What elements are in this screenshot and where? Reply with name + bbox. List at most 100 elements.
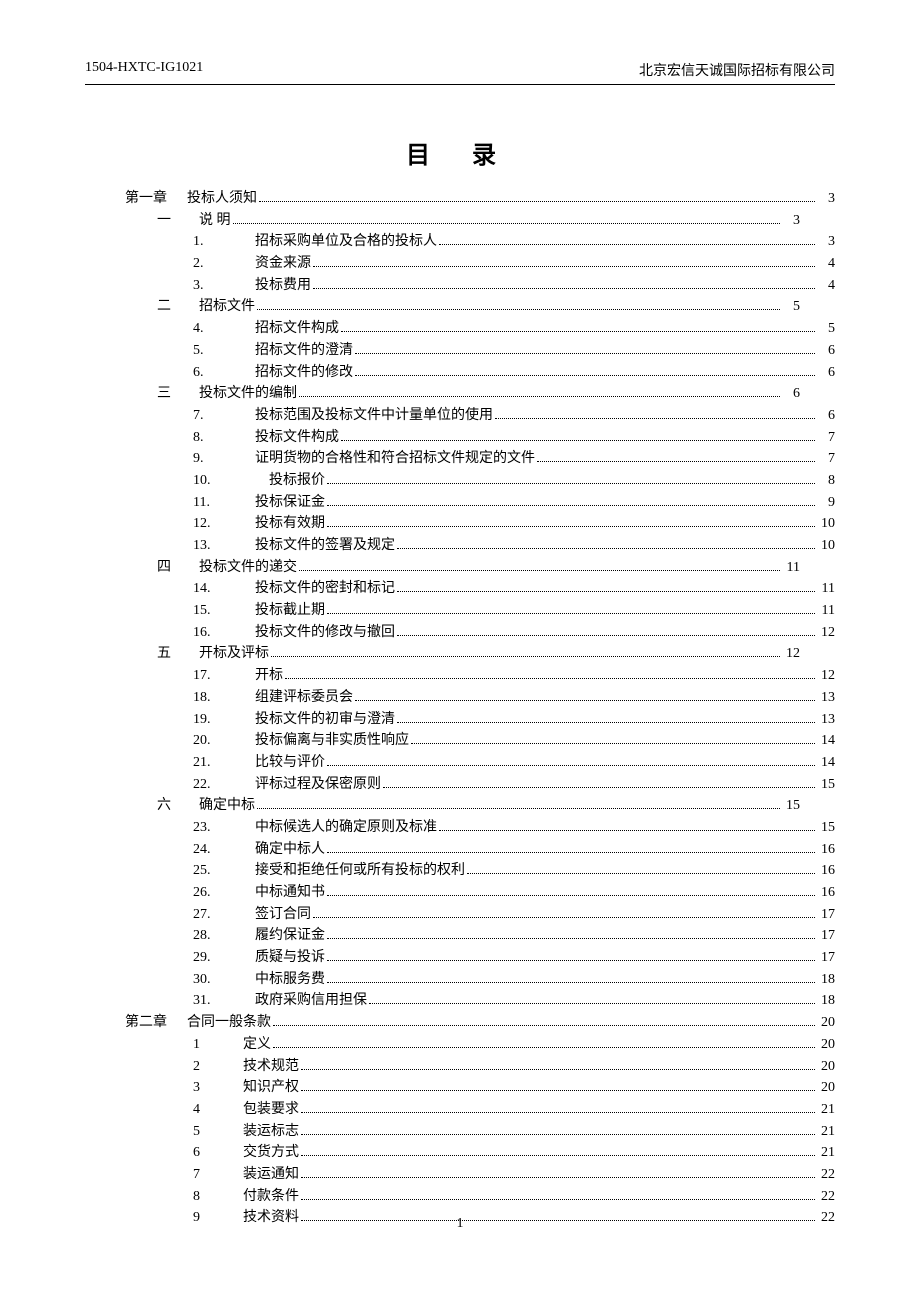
- toc-row: 27.签订合同17: [193, 904, 835, 926]
- toc-entry-number: 31.: [193, 990, 249, 1012]
- header-left: 1504-HXTC-IG1021: [85, 60, 203, 80]
- toc-entry-page: 12: [817, 665, 835, 687]
- toc-leader-dots: [411, 743, 815, 744]
- toc-entry-number: 13.: [193, 535, 249, 557]
- toc-entry-page: 12: [782, 643, 800, 665]
- page-number: 1: [0, 1216, 920, 1232]
- toc-entry-number: 四: [157, 557, 193, 579]
- toc-entry-label: 质疑与投诉: [255, 947, 325, 969]
- toc-entry-number: 5.: [193, 340, 249, 362]
- toc-entry-page: 22: [817, 1164, 835, 1186]
- toc-entry-label: 招标文件的澄清: [255, 340, 353, 362]
- toc-leader-dots: [383, 787, 815, 788]
- toc-entry-page: 6: [817, 362, 835, 384]
- toc-leader-dots: [299, 570, 780, 571]
- toc-entry-page: 4: [817, 275, 835, 297]
- page-header: 1504-HXTC-IG1021 北京宏信天诚国际招标有限公司: [85, 60, 835, 85]
- toc-entry-page: 14: [817, 730, 835, 752]
- toc-row: 13. 投标文件的签署及规定 10: [193, 535, 835, 557]
- toc-row: 2技术规范20: [193, 1056, 835, 1078]
- toc-entry-number: 17.: [193, 665, 249, 687]
- toc-leader-dots: [327, 938, 815, 939]
- toc-leader-dots: [313, 266, 815, 267]
- toc-entry-label: 投标人须知: [187, 188, 257, 210]
- toc-entry-page: 6: [817, 340, 835, 362]
- toc-entry-number: 22.: [193, 774, 249, 796]
- toc-entry-number: 3.: [193, 275, 249, 297]
- toc-entry-label: 投标偏离与非实质性响应: [255, 730, 409, 752]
- toc-entry-label: 投标文件构成: [255, 427, 339, 449]
- toc-entry-number: 二: [157, 296, 193, 318]
- toc-entry-number: 1.: [193, 231, 249, 253]
- toc-entry-number: 10.: [193, 470, 263, 492]
- toc-entry-label: 合同一般条款: [187, 1012, 271, 1034]
- toc-entry-number: 19.: [193, 709, 249, 731]
- toc-entry-page: 21: [817, 1142, 835, 1164]
- toc-entry-number: 第二章: [125, 1012, 181, 1034]
- toc-row: 4.招标文件构成5: [193, 318, 835, 340]
- toc-row: 28.履约保证金17: [193, 925, 835, 947]
- toc-entry-number: 1: [193, 1034, 237, 1056]
- toc-entry-label: 接受和拒绝任何或所有投标的权利: [255, 860, 465, 882]
- toc-row: 7.投标范围及投标文件中计量单位的使用6: [193, 405, 835, 427]
- toc-row: 9.证明货物的合格性和符合招标文件规定的文件7: [193, 448, 835, 470]
- toc-leader-dots: [257, 309, 780, 310]
- toc-entry-label: 包装要求: [243, 1099, 299, 1121]
- toc-row: 21.比较与评价14: [193, 752, 835, 774]
- toc-entry-page: 3: [817, 188, 835, 210]
- toc-entry-page: 10: [817, 513, 835, 535]
- toc-row: 8付款条件22: [193, 1186, 835, 1208]
- toc-row: 6.招标文件的修改6: [193, 362, 835, 384]
- toc-leader-dots: [301, 1134, 815, 1135]
- toc-entry-label: 资金来源: [255, 253, 311, 275]
- toc-entry-label: 付款条件: [243, 1186, 299, 1208]
- toc-entry-label: 招标文件构成: [255, 318, 339, 340]
- toc-leader-dots: [273, 1025, 815, 1026]
- toc-leader-dots: [397, 548, 815, 549]
- toc-entry-label: 政府采购信用担保: [255, 990, 367, 1012]
- toc-entry-number: 7: [193, 1164, 237, 1186]
- toc-entry-label: 中标服务费: [255, 969, 325, 991]
- toc-row: 5. 招标文件的澄清 6: [193, 340, 835, 362]
- toc-entry-page: 21: [817, 1099, 835, 1121]
- toc-row: 24.确定中标人16: [193, 839, 835, 861]
- toc-entry-page: 18: [817, 969, 835, 991]
- toc-entry-label: 投标文件的递交: [199, 557, 297, 579]
- toc-leader-dots: [327, 852, 815, 853]
- toc-entry-number: 4: [193, 1099, 237, 1121]
- toc-entry-label: 技术规范: [243, 1056, 299, 1078]
- toc-entry-number: 六: [157, 795, 193, 817]
- toc-row: 25.接受和拒绝任何或所有投标的权利16: [193, 860, 835, 882]
- toc-entry-number: 27.: [193, 904, 249, 926]
- toc-entry-number: 21.: [193, 752, 249, 774]
- toc-entry-page: 17: [817, 904, 835, 926]
- toc-leader-dots: [327, 613, 815, 614]
- toc-entry-label: 投标文件的签署及规定: [255, 535, 395, 557]
- toc-entry-page: 11: [817, 578, 835, 600]
- toc-entry-label: 招标文件的修改: [255, 362, 353, 384]
- document-page: 1504-HXTC-IG1021 北京宏信天诚国际招标有限公司 目 录 第一章投…: [0, 0, 920, 1302]
- toc-entry-page: 12: [817, 622, 835, 644]
- toc-entry-number: 24.: [193, 839, 249, 861]
- toc-entry-page: 17: [817, 947, 835, 969]
- toc-entry-page: 20: [817, 1012, 835, 1034]
- toc-row: 7装运通知22: [193, 1164, 835, 1186]
- toc-row: 22.评标过程及保密原则15: [193, 774, 835, 796]
- toc-leader-dots: [327, 982, 815, 983]
- toc-row: 12.投标有效期10: [193, 513, 835, 535]
- toc-entry-label: 投标文件的密封和标记: [255, 578, 395, 600]
- toc-entry-label: 投标报价: [269, 470, 325, 492]
- toc-entry-page: 18: [817, 990, 835, 1012]
- toc-entry-page: 3: [782, 210, 800, 232]
- toc-entry-label: 履约保证金: [255, 925, 325, 947]
- toc-entry-page: 14: [817, 752, 835, 774]
- toc-entry-page: 10: [817, 535, 835, 557]
- toc-entry-label: 投标文件的编制: [199, 383, 297, 405]
- toc-row: 五开标及评标12: [157, 643, 835, 665]
- toc-entry-page: 4: [817, 253, 835, 275]
- toc-entry-label: 招标文件: [199, 296, 255, 318]
- toc-entry-page: 13: [817, 709, 835, 731]
- toc-leader-dots: [341, 440, 815, 441]
- toc-entry-label: 组建评标委员会: [255, 687, 353, 709]
- toc-entry-page: 6: [782, 383, 800, 405]
